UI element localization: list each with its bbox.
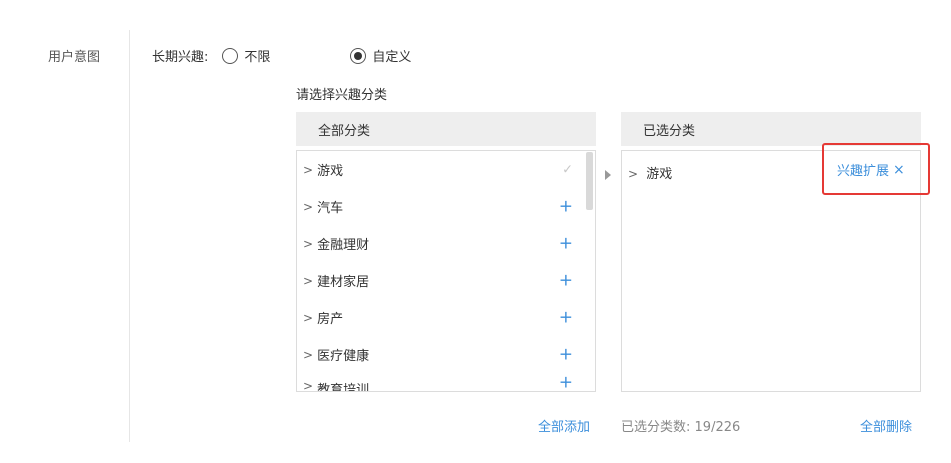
list-scrollbar[interactable]	[586, 152, 593, 210]
category-label: 医疗健康	[317, 349, 370, 364]
close-icon[interactable]: ×	[893, 162, 905, 178]
radio-unlimited-label: 不限	[244, 50, 271, 65]
all-categories-list: > 游戏 ✓ > 汽车 + > 金融理财 + > 建材家居 + > 房产 + >…	[296, 150, 596, 392]
radio-custom-label: 自定义	[372, 50, 412, 65]
check-icon: ✓	[562, 162, 573, 177]
plus-icon[interactable]: +	[559, 346, 573, 363]
chevron-right-icon[interactable]: >	[303, 237, 313, 251]
selected-categories-header: 已选分类	[621, 112, 921, 146]
chevron-right-icon[interactable]: >	[628, 167, 638, 181]
category-label: 汽车	[317, 201, 344, 216]
interest-expand-button[interactable]: 兴趣扩展 ×	[837, 160, 905, 180]
radio-unlimited-circle[interactable]	[222, 47, 239, 64]
long-term-interest-label: 长期兴趣:	[152, 50, 209, 65]
interest-expand-label: 兴趣扩展	[837, 164, 890, 179]
category-label: 建材家居	[317, 275, 370, 290]
chevron-right-icon[interactable]: >	[303, 379, 313, 391]
plus-icon[interactable]: +	[559, 309, 573, 326]
plus-icon[interactable]: +	[559, 272, 573, 289]
chevron-right-icon[interactable]: >	[303, 200, 313, 214]
all-categories-header: 全部分类	[296, 112, 596, 146]
chevron-right-icon[interactable]: >	[303, 274, 313, 288]
radio-unlimited[interactable]: 不限	[222, 46, 270, 65]
selected-count-label: 已选分类数:	[621, 420, 691, 435]
selected-item-label: 游戏	[646, 167, 673, 182]
long-term-interest-row: 长期兴趣: 不限 自定义	[152, 46, 411, 65]
plus-icon[interactable]: +	[559, 198, 573, 215]
selected-count: 已选分类数: 19/226	[621, 416, 740, 435]
choose-interest-title: 请选择兴趣分类	[296, 88, 388, 103]
category-label: 金融理财	[317, 238, 370, 253]
radio-custom-circle[interactable]	[350, 47, 367, 64]
chevron-right-icon[interactable]: >	[303, 311, 313, 325]
add-all-button[interactable]: 全部添加	[538, 416, 590, 435]
radio-custom[interactable]: 自定义	[350, 46, 411, 65]
category-label: 教育培训	[317, 383, 370, 392]
category-item-healthcare[interactable]: > 医疗健康 +	[297, 336, 595, 373]
delete-all-button[interactable]: 全部删除	[860, 416, 912, 435]
category-item-home-building[interactable]: > 建材家居 +	[297, 262, 595, 299]
category-label: 房产	[317, 312, 344, 327]
chevron-right-icon[interactable]: >	[303, 348, 313, 362]
chevron-right-icon[interactable]: >	[303, 163, 313, 177]
category-item-real-estate[interactable]: > 房产 +	[297, 299, 595, 336]
category-item-education[interactable]: > 教育培训 +	[297, 373, 595, 392]
transfer-arrow-icon	[605, 170, 611, 180]
selected-count-value: 19/226	[694, 420, 741, 435]
category-item-auto[interactable]: > 汽车 +	[297, 188, 595, 225]
selected-item-games[interactable]: > 游戏	[628, 163, 672, 182]
vertical-divider	[129, 30, 130, 442]
category-item-games[interactable]: > 游戏 ✓	[297, 151, 595, 188]
plus-icon[interactable]: +	[559, 374, 573, 391]
category-item-finance[interactable]: > 金融理财 +	[297, 225, 595, 262]
section-label-user-intent: 用户意图	[48, 50, 101, 65]
plus-icon[interactable]: +	[559, 235, 573, 252]
category-label: 游戏	[317, 164, 344, 179]
